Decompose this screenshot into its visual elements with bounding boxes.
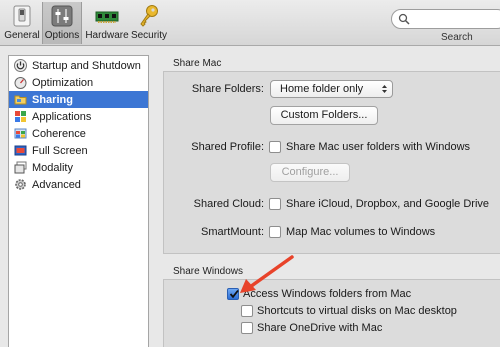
sidebar-item-coherence[interactable]: Coherence <box>9 125 148 142</box>
windows-flag-icon <box>14 128 27 139</box>
folder-icon <box>14 95 27 105</box>
key-icon <box>140 5 158 27</box>
search-label: Search <box>441 32 473 43</box>
toolbar-general-label: General <box>4 30 40 41</box>
shortcuts-virtual-disks-checkbox[interactable] <box>241 305 253 317</box>
sidebar-item-sharing[interactable]: Sharing <box>9 91 148 108</box>
toolbar-security-button[interactable]: Security <box>131 2 167 44</box>
shared-profile-label: Shared Profile: <box>191 141 264 153</box>
share-onedrive-label: Share OneDrive with Mac <box>257 322 383 334</box>
sidebar-item-label: Coherence <box>32 127 86 140</box>
switch-icon <box>13 5 31 27</box>
toolbar-hardware-button[interactable]: Hardware <box>85 2 129 44</box>
sidebar-item-label: Advanced <box>32 178 81 191</box>
toolbar-general-button[interactable]: General <box>4 2 40 44</box>
configure-button[interactable]: Configure... <box>270 163 350 182</box>
shortcuts-virtual-disks-label: Shortcuts to virtual disks on Mac deskto… <box>257 305 457 317</box>
shared-cloud-checkbox-label: Share iCloud, Dropbox, and Google Drive <box>286 198 490 210</box>
toolbar-security-label: Security <box>130 30 168 41</box>
share-folders-value: Home folder only <box>280 83 364 95</box>
sidebar-item-label: Applications <box>32 110 92 123</box>
sliders-icon <box>51 5 73 27</box>
share-onedrive-checkbox[interactable] <box>241 322 253 334</box>
sidebar: Startup and Shutdown Optimization Sharin… <box>8 55 149 347</box>
power-icon <box>14 59 27 72</box>
window-stack-icon <box>14 161 27 174</box>
custom-folders-button[interactable]: Custom Folders... <box>270 106 378 125</box>
fullscreen-icon <box>14 145 27 156</box>
search-input[interactable] <box>391 9 500 29</box>
toolbar-hardware-label: Hardware <box>85 30 129 41</box>
shared-profile-checkbox[interactable] <box>269 141 281 153</box>
gear-icon <box>15 179 26 190</box>
toolbar-options-button[interactable]: Options <box>42 2 82 44</box>
sidebar-item-label: Sharing <box>32 93 73 106</box>
sidebar-item-advanced[interactable]: Advanced <box>9 176 148 193</box>
sidebar-item-label: Startup and Shutdown <box>32 59 141 72</box>
smartmount-checkbox-label: Map Mac volumes to Windows <box>286 226 436 238</box>
smartmount-checkbox[interactable] <box>269 226 281 238</box>
toolbar-options-label: Options <box>44 30 80 41</box>
apps-grid-icon <box>15 111 26 122</box>
sidebar-item-modality[interactable]: Modality <box>9 159 148 176</box>
search-icon <box>398 13 410 25</box>
popup-arrows-icon <box>382 85 387 93</box>
share-folders-popup[interactable]: Home folder only <box>270 80 393 98</box>
sidebar-item-label: Optimization <box>32 76 94 89</box>
sidebar-item-label: Full Screen <box>32 144 88 157</box>
share-mac-title: Share Mac <box>173 58 222 69</box>
share-folders-label: Share Folders: <box>191 83 264 95</box>
memory-chip-icon <box>95 11 119 23</box>
sidebar-item-label: Modality <box>32 161 73 174</box>
sidebar-item-optimization[interactable]: Optimization <box>9 74 148 91</box>
shared-profile-checkbox-label: Share Mac user folders with Windows <box>286 141 471 153</box>
red-arrow-annotation <box>240 255 294 293</box>
share-windows-title: Share Windows <box>173 266 244 277</box>
sidebar-item-applications[interactable]: Applications <box>9 108 148 125</box>
smartmount-label: SmartMount: <box>201 226 264 238</box>
sidebar-item-full-screen[interactable]: Full Screen <box>9 142 148 159</box>
shared-cloud-checkbox[interactable] <box>269 198 281 210</box>
shared-cloud-label: Shared Cloud: <box>193 198 264 210</box>
sidebar-item-startup-shutdown[interactable]: Startup and Shutdown <box>9 57 148 74</box>
speedometer-icon <box>14 77 27 89</box>
toolbar: General Options Hardware Security Search <box>0 0 500 46</box>
